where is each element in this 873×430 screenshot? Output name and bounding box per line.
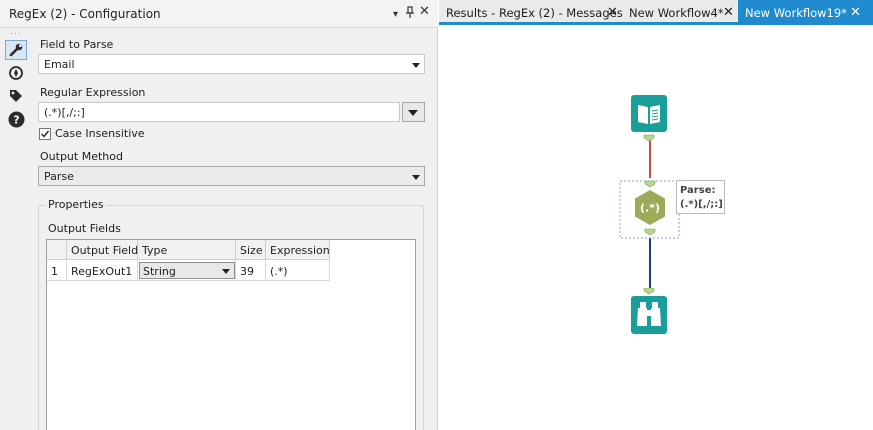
tab-label: New Workflow4*	[629, 6, 724, 20]
input-anchor[interactable]	[644, 180, 656, 188]
close-icon[interactable]: ✕	[723, 5, 734, 20]
chevron-down-icon	[412, 175, 420, 180]
panel-title-bar: RegEx (2) - Configuration ▾ ✕	[0, 0, 438, 28]
close-icon[interactable]: ✕	[850, 5, 861, 20]
binoculars-icon	[631, 287, 667, 334]
output-method-value: Parse	[44, 170, 74, 183]
tool-annotation: Parse: (.*)[,/;:]	[676, 180, 725, 214]
annotation-line2: (.*)[,/;:]	[680, 199, 723, 210]
config-icon-rail: ?	[0, 36, 32, 430]
table-header-expression[interactable]: Expression	[266, 240, 330, 260]
size-cell[interactable]: 39	[236, 260, 266, 281]
type-select[interactable]: String	[139, 262, 235, 279]
close-icon[interactable]: ✕	[419, 5, 430, 19]
table-header-size[interactable]: Size	[236, 240, 266, 260]
output-fields-table: Output Field Type Size Expression 1 RegE…	[46, 239, 416, 430]
book-icon	[631, 95, 667, 142]
input-data-tool[interactable]	[631, 95, 669, 150]
field-to-parse-label: Field to Parse	[40, 38, 114, 51]
case-insensitive-label: Case Insensitive	[55, 127, 145, 140]
field-to-parse-select[interactable]: Email	[38, 54, 425, 74]
regex-menu-button[interactable]	[402, 102, 425, 122]
regex-tool[interactable]: (.*)	[619, 180, 681, 245]
panel-menu-icon[interactable]: ▾	[393, 8, 398, 22]
tab-new-workflow4[interactable]: New Workflow4* ✕	[622, 0, 738, 25]
output-fields-label: Output Fields	[48, 222, 121, 235]
regex-label: Regular Expression	[40, 86, 146, 99]
browse-tool[interactable]	[631, 287, 669, 339]
configuration-panel: RegEx (2) - Configuration ▾ ✕ ... ? Fiel…	[0, 0, 438, 430]
chevron-down-icon	[412, 63, 420, 68]
tab-new-workflow19[interactable]: New Workflow19* ✕	[738, 0, 873, 25]
chevron-down-icon	[408, 110, 418, 116]
close-icon[interactable]: ✕	[607, 5, 618, 20]
regex-value: (.*)[,/;:]	[44, 106, 85, 119]
wrench-icon[interactable]	[5, 40, 27, 60]
row-index-cell: 1	[47, 260, 67, 281]
table-header-index	[47, 240, 67, 260]
expression-cell[interactable]: (.*)	[266, 260, 330, 281]
tab-results-messages[interactable]: Results - RegEx (2) - Messages ✕	[439, 0, 623, 25]
tab-label: New Workflow19*	[745, 6, 847, 20]
case-insensitive-checkbox[interactable]	[39, 128, 51, 140]
output-field-cell[interactable]: RegExOut1	[67, 260, 138, 281]
output-method-select[interactable]: Parse	[38, 166, 425, 186]
regex-glyph: (.*)	[640, 202, 660, 215]
checkmark-icon	[41, 130, 50, 138]
output-method-label: Output Method	[40, 150, 123, 163]
annotation-line1: Parse:	[680, 185, 716, 196]
type-value: String	[143, 265, 176, 278]
properties-label: Properties	[46, 198, 106, 211]
field-to-parse-value: Email	[44, 58, 75, 71]
tag-icon[interactable]	[5, 86, 27, 106]
type-cell[interactable]: String	[138, 260, 236, 281]
table-header-type[interactable]: Type	[138, 240, 236, 260]
pin-icon[interactable]	[405, 6, 415, 21]
output-anchor[interactable]	[644, 228, 656, 236]
table-header-output-field[interactable]: Output Field	[67, 240, 138, 260]
panel-title: RegEx (2) - Configuration	[9, 7, 161, 21]
help-icon[interactable]: ?	[5, 109, 27, 129]
chevron-down-icon	[222, 269, 230, 274]
tab-label: Results - RegEx (2) - Messages	[446, 6, 623, 20]
regex-input[interactable]: (.*)[,/;:]	[38, 102, 400, 122]
document-tab-bar: Results - RegEx (2) - Messages ✕ New Wor…	[439, 0, 873, 25]
compass-icon[interactable]	[5, 63, 27, 83]
svg-text:?: ?	[13, 113, 19, 126]
